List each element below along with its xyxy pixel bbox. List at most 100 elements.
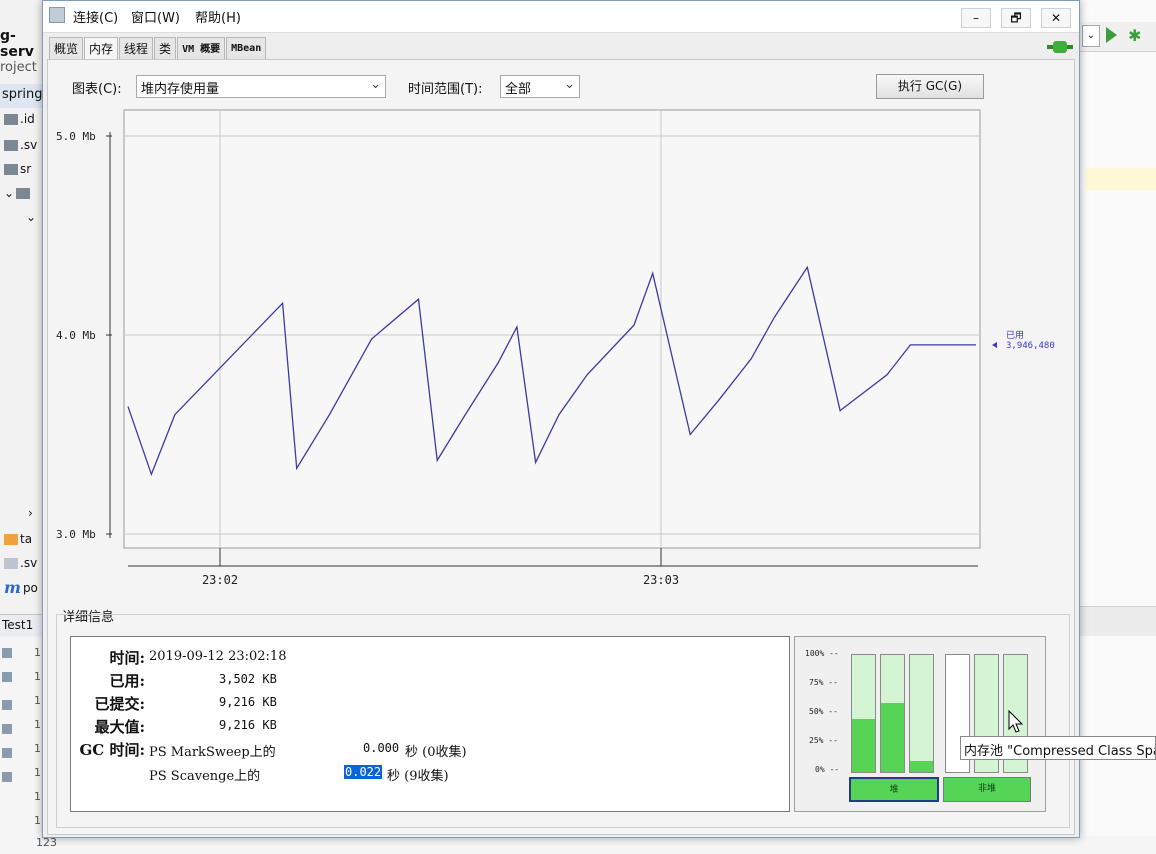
menu-window[interactable]: 窗口(W) <box>131 7 180 26</box>
committed-label: 已提交: <box>94 695 145 713</box>
app-icon[interactable] <box>49 7 65 23</box>
line-number: 1 <box>34 694 41 707</box>
chevron-down-icon[interactable]: ⌄ <box>26 210 36 224</box>
time-range-selector[interactable]: 全部 ⌄ <box>500 75 580 98</box>
pct-100: 100% -- <box>805 649 839 658</box>
test-tab[interactable]: Test1 <box>0 614 42 636</box>
panel-separator <box>1080 606 1156 636</box>
run-icon[interactable] <box>1106 27 1117 43</box>
chart-selector[interactable]: 堆内存使用量 ⌄ <box>136 75 386 98</box>
perform-gc-button[interactable]: 执行 GC(G) <box>876 74 984 99</box>
menu-connection[interactable]: 连接(C) <box>73 7 118 26</box>
selected-text: 0.022 <box>344 765 383 779</box>
debug-icon[interactable]: ✱ <box>1128 26 1141 45</box>
used-value: 3,502 KB <box>219 672 277 686</box>
folder-icon <box>4 533 18 545</box>
series-label: 已用 <box>1006 330 1024 341</box>
chevron-right-icon[interactable]: › <box>28 506 33 520</box>
close-button[interactable]: ✕ <box>1041 8 1071 28</box>
gc-time-label: GC 时间: <box>79 741 145 759</box>
y-tick-label: 5.0 Mb <box>56 130 96 143</box>
minimize-button[interactable]: – <box>961 8 991 28</box>
pct-75: 75% -- <box>809 678 838 687</box>
tab-overview[interactable]: 概览 <box>49 37 84 59</box>
menu-bar: 连接(C) 窗口(W) 帮助(H) – 🗗 ✕ <box>43 1 1079 33</box>
tab-threads[interactable]: 线程 <box>119 37 154 59</box>
filter-icon[interactable] <box>2 724 12 734</box>
tab-memory[interactable]: 内存 <box>84 37 119 60</box>
tree-expander[interactable]: › <box>28 506 33 520</box>
used-label: 已用: <box>109 672 145 690</box>
pct-50: 50% -- <box>809 707 838 716</box>
x-tick-label: 23:02 <box>202 573 238 587</box>
tree-item[interactable]: m po <box>4 578 38 597</box>
time-range-label: 时间范围(T): <box>408 82 483 97</box>
current-value-marker: 已用3,946,480 <box>992 330 1055 351</box>
committed-value: 9,216 KB <box>219 695 277 709</box>
y-tick-label: 3.0 Mb <box>56 528 96 541</box>
menu-help[interactable]: 帮助(H) <box>195 7 241 26</box>
x-tick-label: 23:03 <box>643 573 679 587</box>
export-icon[interactable] <box>2 748 12 758</box>
tree-item[interactable]: .sv <box>4 138 37 152</box>
run-gutter: 1 1 1 1 1 1 1 1 <box>0 638 42 854</box>
line-number: 1 <box>34 814 41 827</box>
line-number: 1 <box>34 766 41 779</box>
mouse-cursor-icon <box>1008 710 1024 733</box>
chevron-down-icon: ⌄ <box>564 77 575 92</box>
up-arrow-icon[interactable] <box>2 648 12 658</box>
maven-icon: m <box>4 578 21 597</box>
gc2-name: PS Scavenge上的 <box>149 769 261 784</box>
y-tick-label: 4.0 Mb <box>56 329 96 342</box>
tree-expander[interactable]: ⌄ <box>26 210 36 224</box>
max-label: 最大值: <box>94 718 145 736</box>
max-value: 9,216 KB <box>219 718 277 732</box>
heap-button[interactable]: 堆 <box>849 777 939 802</box>
time-value: 2019-09-12 23:02:18 <box>149 649 287 664</box>
folder-icon <box>4 113 18 125</box>
jconsole-window: 连接(C) 窗口(W) 帮助(H) – 🗗 ✕ 概览 内存 线程 类 VM 概要… <box>42 0 1080 838</box>
highlighted-line <box>1086 168 1156 190</box>
tree-item[interactable]: .id <box>4 112 35 126</box>
time-label: 时间: <box>109 649 145 667</box>
config-dropdown[interactable]: ⌄ <box>1082 25 1100 47</box>
tab-mbean[interactable]: MBean <box>226 37 267 59</box>
heap-pool-bar[interactable] <box>909 654 934 773</box>
tree-item[interactable]: ⌄ <box>4 186 31 200</box>
project-title: g-serv <box>0 28 34 60</box>
tab-classes[interactable]: 类 <box>154 37 177 59</box>
chevron-down-icon[interactable]: ⌄ <box>4 186 14 200</box>
value-arrow-icon <box>992 341 997 348</box>
folder-icon <box>4 163 18 175</box>
nonheap-button[interactable]: 非堆 <box>943 777 1031 802</box>
tree-item[interactable]: ta <box>4 532 32 546</box>
connection-plug-icon[interactable] <box>1047 39 1073 55</box>
line-number: 1 <box>34 790 41 803</box>
tree-item[interactable]: sr <box>4 162 31 176</box>
chevron-down-icon: ⌄ <box>370 77 381 92</box>
chart-selector-label: 图表(C): <box>72 82 122 97</box>
file-icon <box>4 557 18 569</box>
restore-button[interactable]: 🗗 <box>1001 8 1031 28</box>
gc2-time[interactable]: 0.022 <box>344 765 383 780</box>
project-label: roject <box>0 60 37 75</box>
details-box: 时间: 2019-09-12 23:02:18 已用: 3,502 KB 已提交… <box>70 636 790 812</box>
trash-icon[interactable] <box>2 772 12 782</box>
editor-right: ⌄ ✱ <box>1080 0 1156 854</box>
bottom-line: 123 <box>0 836 1156 854</box>
sort-icon[interactable] <box>2 700 12 710</box>
heap-pool-bar[interactable] <box>851 654 876 773</box>
tab-bar: 概览 内存 线程 类 VM 概要 MBean <box>49 37 267 60</box>
heap-pool-bar[interactable] <box>880 654 905 773</box>
tree-item-selected[interactable]: spring <box>0 84 42 108</box>
pool-tooltip: 内存池 "Compressed Class Space" <box>960 736 1156 760</box>
run-toolbar: ⌄ ✱ <box>1080 22 1156 52</box>
tab-vm-summary[interactable]: VM 概要 <box>177 37 226 59</box>
pct-25: 25% -- <box>809 736 838 745</box>
folder-icon <box>4 139 18 151</box>
gc2-unit: 秒 (9收集) <box>387 769 449 784</box>
line-number: 1 <box>34 742 41 755</box>
tree-item[interactable]: .sv <box>4 556 37 570</box>
gc1-unit: 秒 (0收集) <box>405 745 467 760</box>
down-arrow-icon[interactable] <box>2 672 12 682</box>
